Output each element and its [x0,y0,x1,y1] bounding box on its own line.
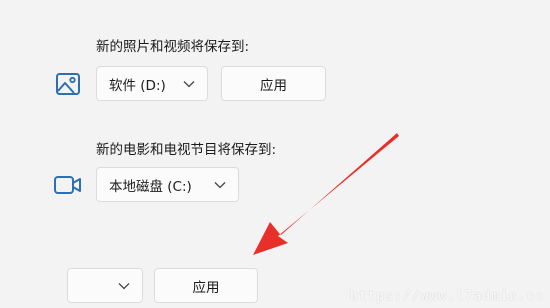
annotation-arrow [253,133,399,255]
watermark: https://www.l7admin.cc [349,289,544,304]
